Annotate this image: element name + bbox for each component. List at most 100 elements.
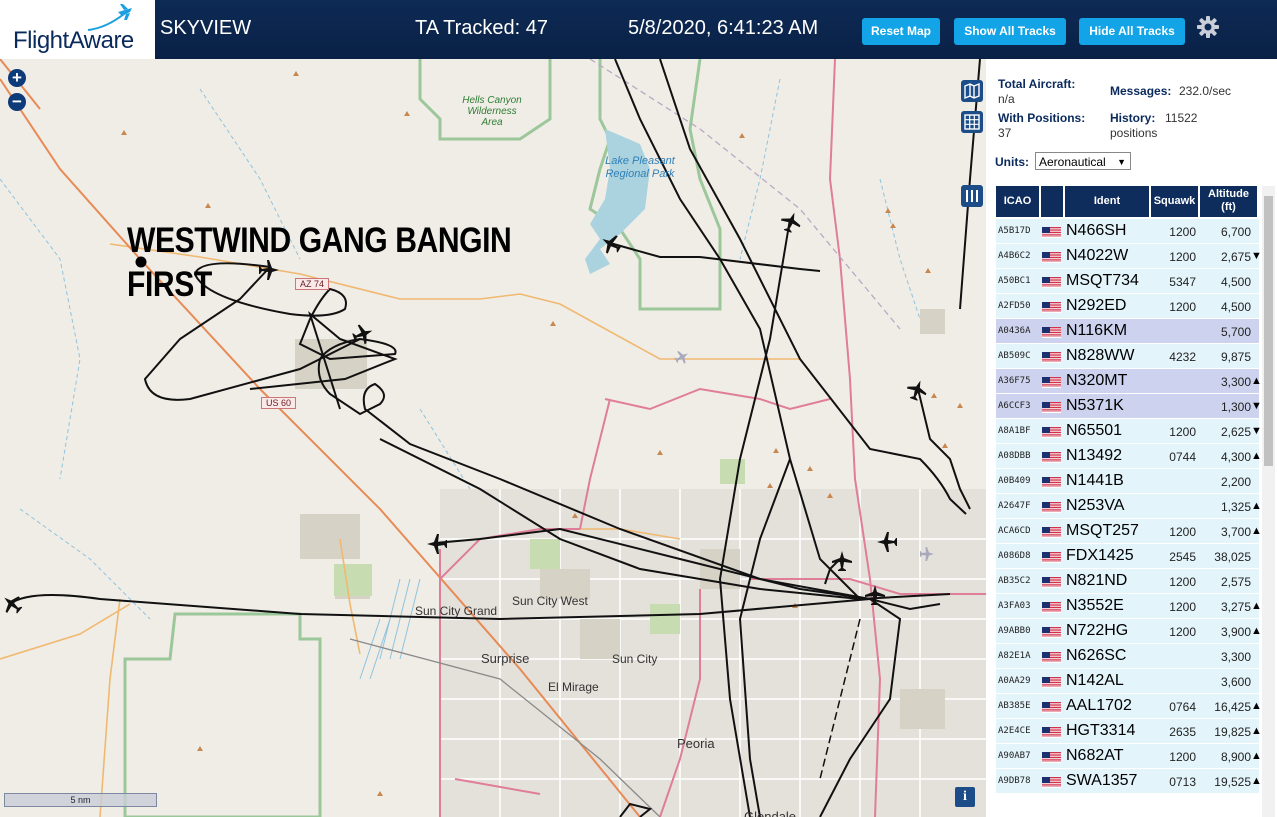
row-ident: N1441B	[1066, 472, 1124, 489]
map-label-glendale: Glendale	[744, 809, 797, 817]
aircraft-table-header: ICAO Ident Squawk Altitude (ft)	[996, 186, 1259, 217]
aircraft-row[interactable]: A50BC1 MSQT734 5347 4,500	[996, 269, 1259, 293]
chevron-down-icon: ▼	[1117, 157, 1126, 167]
row-ident: N821ND	[1066, 572, 1128, 589]
hide-all-tracks-button[interactable]: Hide All Tracks	[1079, 18, 1185, 45]
row-altitude: 5,700	[1220, 325, 1251, 339]
aircraft-row[interactable]: ACA6CD MSQT257 1200 3,700 ▲	[996, 519, 1262, 543]
row-squawk: 1200	[1169, 225, 1196, 239]
row-icao: A4B6C2	[998, 251, 1031, 261]
column-header-flag[interactable]	[1041, 186, 1063, 217]
aircraft-row[interactable]: A4B6C2 N4022W 1200 2,675 ▼	[996, 244, 1262, 268]
toggle-sidebar-button[interactable]	[961, 185, 983, 207]
row-squawk: 1200	[1169, 575, 1196, 589]
aircraft-row[interactable]: A08DBB N13492 0744 4,300 ▲	[996, 444, 1262, 468]
aircraft-row[interactable]: A5B17D N466SH 1200 6,700	[996, 219, 1259, 243]
aircraft-row[interactable]: A90AB7 N682AT 1200 8,900 ▲	[996, 744, 1262, 768]
units-select-value: Aeronautical	[1039, 155, 1106, 169]
aircraft-row[interactable]: A0436A N116KM 5,700	[996, 319, 1259, 343]
row-ident: N65501	[1066, 422, 1123, 439]
row-icao: A6CCF3	[998, 401, 1031, 411]
aircraft-row[interactable]: A36F75 N320MT 3,300 ▲	[996, 369, 1262, 393]
aircraft-row[interactable]: A3FA03 N3552E 1200 3,275 ▲	[996, 594, 1262, 618]
row-squawk: 0764	[1169, 700, 1196, 714]
settings-gear-icon[interactable]	[1195, 14, 1221, 40]
altitude-trend-icon: ▲	[1251, 600, 1262, 612]
row-ident: SWA1357	[1066, 772, 1138, 789]
aircraft-row[interactable]: A2FD50 N292ED 1200 4,500	[996, 294, 1259, 318]
map-label-lake-pleasant: Lake Pleasant Regional Park	[605, 155, 675, 180]
units-label: Units:	[995, 155, 1029, 169]
us-flag-icon	[1042, 425, 1061, 438]
row-icao: A5B17D	[998, 226, 1031, 236]
with-positions-label: With Positions:	[998, 111, 1086, 125]
row-icao: A50BC1	[998, 276, 1031, 286]
row-ident: N292ED	[1066, 297, 1127, 314]
aircraft-row[interactable]: A086D8 FDX1425 2545 38,025	[996, 544, 1259, 568]
row-altitude: 3,900	[1220, 625, 1251, 639]
aircraft-row[interactable]: A2647F N253VA 1,325 ▲	[996, 494, 1262, 518]
overlay-caption: WESTWIND GANG BANGIN FIRST	[127, 221, 512, 304]
scroll-thumb[interactable]	[1264, 196, 1273, 466]
map-layers-button[interactable]	[961, 80, 983, 102]
row-icao: A9DB78	[998, 776, 1031, 786]
altitude-trend-icon: ▲	[1251, 700, 1262, 712]
row-ident: N253VA	[1066, 497, 1125, 514]
grid-toggle-button[interactable]	[961, 111, 983, 133]
aircraft-row[interactable]: AB385E AAL1702 0764 16,425 ▲	[996, 694, 1262, 718]
altitude-trend-icon: ▲	[1251, 625, 1262, 637]
row-altitude: 38,025	[1214, 550, 1251, 564]
row-icao: A8A1BF	[998, 426, 1031, 436]
altitude-trend-icon: ▲	[1251, 500, 1262, 512]
aircraft-row[interactable]: A0B409 N1441B 2,200	[996, 469, 1259, 493]
row-altitude: 4,300	[1220, 450, 1251, 464]
map-canvas[interactable]	[0, 59, 986, 817]
row-ident: N142AL	[1066, 672, 1124, 689]
aircraft-row[interactable]: A82E1A N626SC 3,300	[996, 644, 1259, 668]
row-icao: A0B409	[998, 476, 1031, 486]
us-flag-icon	[1042, 225, 1061, 238]
row-icao: A2FD50	[998, 301, 1031, 311]
row-altitude: 6,700	[1220, 225, 1251, 239]
zoom-in-button[interactable]: +	[8, 69, 26, 87]
column-header-ident[interactable]: Ident	[1065, 186, 1149, 217]
map-icon	[964, 82, 980, 100]
map-label-peoria: Peoria	[677, 736, 715, 751]
info-button[interactable]: i	[955, 787, 975, 807]
table-scrollbar[interactable]	[1262, 186, 1275, 817]
current-datetime: 5/8/2020, 6:41:23 AM	[628, 17, 819, 39]
column-header-squawk[interactable]: Squawk	[1151, 186, 1198, 217]
row-icao: A08DBB	[998, 451, 1031, 461]
aircraft-row[interactable]: A9DB78 SWA1357 0713 19,525 ▲	[996, 769, 1262, 793]
us-flag-icon	[1042, 725, 1061, 738]
aircraft-row[interactable]: AB35C2 N821ND 1200 2,575	[996, 569, 1259, 593]
flightaware-logo[interactable]: FlightAware	[0, 0, 155, 59]
show-all-tracks-button[interactable]: Show All Tracks	[954, 18, 1066, 45]
row-icao: A0436A	[998, 326, 1031, 336]
aircraft-row[interactable]: A9ABB0 N722HG 1200 3,900 ▲	[996, 619, 1262, 643]
zoom-out-button[interactable]: −	[8, 93, 26, 111]
row-ident: N4022W	[1066, 247, 1129, 264]
map-view[interactable]: Hells Canyon Wilderness Area Lake Pleasa…	[0, 59, 986, 817]
row-altitude: 3,300	[1220, 375, 1251, 389]
aircraft-row[interactable]: A2E4CE HGT3314 2635 19,825 ▲	[996, 719, 1262, 743]
row-ident: N116KM	[1066, 322, 1128, 339]
row-squawk: 1200	[1169, 300, 1196, 314]
column-header-altitude[interactable]: Altitude (ft)	[1200, 186, 1257, 217]
reset-map-button[interactable]: Reset Map	[862, 18, 940, 45]
aircraft-row[interactable]: A8A1BF N65501 1200 2,625 ▼	[996, 419, 1262, 443]
row-altitude: 2,625	[1220, 425, 1251, 439]
aircraft-row[interactable]: A0AA29 N142AL 3,600	[996, 669, 1259, 693]
us-flag-icon	[1042, 700, 1061, 713]
row-altitude: 2,675	[1220, 250, 1251, 264]
row-ident: N722HG	[1066, 622, 1129, 639]
units-select[interactable]: Aeronautical ▼	[1035, 152, 1131, 170]
aircraft-row[interactable]: A6CCF3 N5371K 1,300 ▼	[996, 394, 1262, 418]
aircraft-sidebar: Total Aircraft: n/a Messages: 232.0/sec …	[986, 59, 1277, 817]
column-header-icao[interactable]: ICAO	[996, 186, 1039, 217]
row-squawk: 1200	[1169, 750, 1196, 764]
altitude-trend-icon: ▼	[1251, 250, 1262, 262]
row-altitude: 19,825	[1214, 725, 1251, 739]
aircraft-row[interactable]: AB509C N828WW 4232 9,875	[996, 344, 1259, 368]
row-altitude: 19,525	[1214, 775, 1251, 789]
